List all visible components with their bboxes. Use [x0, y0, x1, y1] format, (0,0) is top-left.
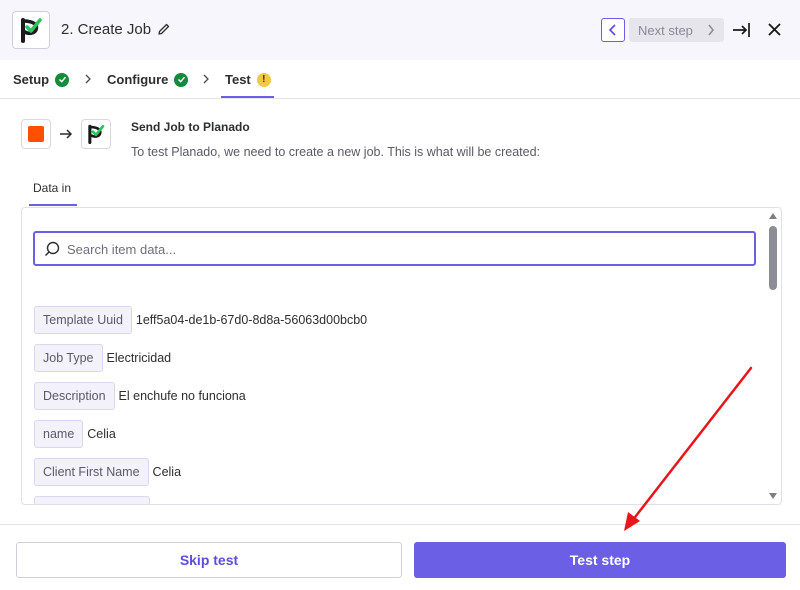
active-tab-indicator: [221, 96, 274, 98]
list-item: Description El enchufe no funciona: [34, 382, 246, 410]
chevron-left-icon: [608, 24, 616, 36]
planado-app-icon: [81, 119, 111, 149]
check-circle-icon: [174, 72, 189, 87]
field-key: Job Type: [34, 344, 103, 372]
step-title: 2. Create Job: [61, 21, 152, 38]
next-step-label: Next step: [638, 22, 693, 38]
data-in-tab-indicator: [29, 204, 77, 206]
skip-test-button[interactable]: Skip test: [16, 542, 402, 578]
planado-logo: [12, 11, 50, 49]
list-item: Template Uuid 1eff5a04-de1b-67d0-8d8a-56…: [34, 306, 367, 334]
field-key: Template Uuid: [34, 306, 132, 334]
search-box[interactable]: [33, 231, 756, 266]
scrollbar-thumb[interactable]: [769, 226, 777, 290]
action-description: To test Planado, we need to create a new…: [131, 145, 541, 159]
field-value: Electricidad: [106, 351, 172, 365]
data-panel: Template Uuid 1eff5a04-de1b-67d0-8d8a-56…: [21, 207, 782, 505]
tab-setup[interactable]: Setup: [13, 72, 70, 87]
step-tabs: Setup Configure Test !: [0, 60, 800, 99]
list-item: Job Type Electricidad: [34, 344, 171, 372]
tab-test[interactable]: Test !: [225, 72, 271, 87]
action-title: Send Job to Planado: [131, 120, 250, 134]
field-key: Description: [34, 382, 115, 410]
list-item-partial: [34, 496, 150, 504]
test-step-button[interactable]: Test step: [414, 542, 786, 578]
pencil-icon[interactable]: [157, 22, 171, 36]
list-item: name Celia: [34, 420, 116, 448]
tab-configure-label: Configure: [107, 72, 169, 87]
field-key: Client First Name: [34, 458, 149, 486]
scroll-down-arrow-icon[interactable]: [769, 493, 777, 499]
planado-logo-icon: [21, 18, 42, 43]
check-circle-icon: [55, 72, 70, 87]
search-icon: [44, 241, 60, 257]
tab-test-label: Test: [225, 72, 251, 87]
close-icon[interactable]: [767, 22, 782, 37]
arrow-right-icon: [60, 129, 73, 139]
exit-icon[interactable]: [731, 20, 751, 40]
scroll-up-arrow-icon[interactable]: [769, 213, 777, 219]
next-step-button[interactable]: Next step: [629, 18, 724, 42]
tab-configure[interactable]: Configure: [107, 72, 189, 87]
warning-icon: !: [256, 72, 271, 87]
field-key-partial: [34, 496, 150, 504]
field-key: name: [34, 420, 84, 448]
field-value: 1eff5a04-de1b-67d0-8d8a-56063d00bcb0: [135, 313, 368, 327]
tab-setup-label: Setup: [13, 72, 50, 87]
chevron-right-icon: [85, 74, 91, 84]
trigger-app-square: [28, 126, 44, 142]
field-value: El enchufe no funciona: [118, 389, 246, 403]
previous-step-button[interactable]: [601, 18, 625, 42]
tab-data-in[interactable]: Data in: [33, 181, 71, 195]
field-value: Celia: [87, 427, 116, 441]
field-value: Celia: [152, 465, 182, 479]
planado-logo-icon: [88, 124, 105, 144]
step-header: 2. Create Job Next step: [0, 0, 800, 60]
chevron-right-icon: [203, 74, 209, 84]
search-input[interactable]: [67, 237, 747, 261]
chevron-right-icon: [708, 24, 714, 36]
list-item: Client First Name Celia: [34, 458, 181, 486]
scrollbar[interactable]: [765, 208, 781, 504]
source-app-icon: [21, 119, 51, 149]
action-footer: Skip test Test step: [0, 524, 800, 590]
